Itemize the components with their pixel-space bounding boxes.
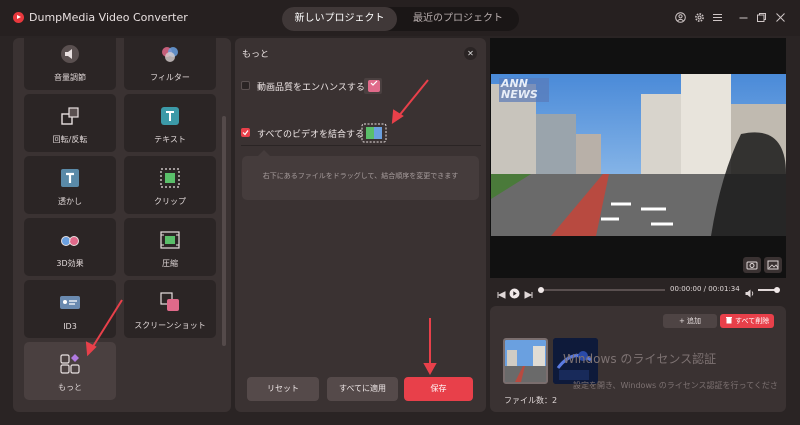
option-divider [241,145,481,146]
tool-text[interactable]: テキスト [124,94,216,152]
watermark-icon [59,167,81,189]
tool-label: もっと [58,383,82,392]
panel-close-button[interactable]: ✕ [464,47,477,60]
file-thumbnail-1[interactable] [503,338,548,384]
volume-icon[interactable] [744,284,755,298]
tool-panel: 音量調節 フィルター 回転/反転 テキスト 透かし クリップ 3D効果 圧縮 I… [13,38,231,412]
video-preview: ANN NEWS [490,38,786,278]
compress-icon [159,229,181,251]
user-icon[interactable] [675,12,686,23]
tool-compress[interactable]: 圧縮 [124,218,216,276]
tool-panel-scrollbar[interactable] [222,116,226,346]
title-bar: DumpMedia Video Converter 新しいプロジェクト 最近のプ… [0,0,800,36]
apply-all-button[interactable]: すべてに適用 [327,377,398,401]
file-list-panel: + 追加 すべて削除 Windows のライセンス認証 設定を開き、Window… [490,306,786,412]
image-folder-button[interactable] [764,257,782,273]
tool-label: 圧縮 [162,259,178,268]
seek-bar[interactable] [539,289,665,291]
screenshot-icon [159,291,181,313]
close-icon[interactable] [775,12,786,23]
tool-label: テキスト [154,135,186,144]
more-icon [59,353,81,375]
time-display: 00:00:00 / 00:01:34 [670,285,740,293]
id3-icon [59,291,81,313]
option-merge-videos[interactable]: すべてのビデオを結合する [241,121,481,145]
seek-handle[interactable] [538,287,544,293]
tool-watermark[interactable]: 透かし [24,156,116,214]
skip-back-icon[interactable] [496,285,506,299]
tool-label: 音量調節 [54,73,86,82]
news-logo-overlay: ANN NEWS [501,77,538,101]
reset-button[interactable]: リセット [247,377,319,401]
enhance-label: 動画品質をエンハンスする [257,83,365,93]
camera-snapshot-button[interactable] [743,257,761,273]
play-icon[interactable] [509,284,520,299]
tool-label: フィルター [150,73,190,82]
merge-label: すべてのビデオを結合する [257,130,365,140]
tool-3d[interactable]: 3D効果 [24,218,116,276]
filter-icon [159,43,181,65]
tool-filter[interactable]: フィルター [124,38,216,90]
tool-label: 透かし [58,197,82,206]
tool-rotate[interactable]: 回転/反転 [24,94,116,152]
volume-handle[interactable] [774,287,780,293]
tool-label: 回転/反転 [52,135,88,144]
text-icon [159,105,181,127]
option-enhance-quality[interactable]: 動画品質をエンハンスする [241,77,481,97]
merge-icon [361,121,387,145]
add-file-button[interactable]: + 追加 [663,314,717,328]
file-count: ファイル数：2 [504,396,558,405]
restore-icon[interactable] [756,12,767,23]
app-title: DumpMedia Video Converter [29,11,188,24]
tool-clip[interactable]: クリップ [124,156,216,214]
tab-new-project[interactable]: 新しいプロジェクト [282,7,397,31]
tool-label: クリップ [154,197,186,206]
enhance-icon [363,76,385,96]
video-frame[interactable]: ANN NEWS [491,74,786,236]
windows-activation-title: Windows のライセンス認証 [563,352,717,366]
enhance-checkbox[interactable] [241,81,250,90]
clear-all-button[interactable]: すべて削除 [720,314,774,328]
clear-all-label: すべて削除 [735,317,770,325]
more-settings-panel: もっと ✕ 動画品質をエンハンスする すべてのビデオを結合する 右下にあるファイ… [235,38,486,412]
windows-activation-subtitle: 設定を開き、Windows のライセンス認証を行ってくださ [573,381,778,390]
app-logo-icon [13,12,24,23]
save-button[interactable]: 保存 [404,377,473,401]
minimize-icon[interactable] [738,12,749,23]
merge-checkbox[interactable] [241,128,250,137]
skip-forward-icon[interactable] [524,285,534,299]
rotate-icon [59,105,81,127]
volume-icon [59,43,81,65]
tool-label: ID3 [63,322,77,331]
tool-label: スクリーンショット [134,321,206,330]
trash-icon [725,317,732,324]
time-total: 00:01:34 [708,285,740,293]
time-current: 00:00:00 [670,285,702,293]
tool-label: 3D効果 [56,259,84,268]
clip-icon [159,167,181,189]
merge-hint-text: 右下にあるファイルをドラッグして、結合順序を変更できます [262,172,459,180]
tab-recent-projects[interactable]: 最近のプロジェクト [397,7,519,31]
tool-volume[interactable]: 音量調節 [24,38,116,90]
tool-more[interactable]: もっと [24,342,116,400]
3d-glasses-icon [59,229,81,251]
project-tabs: 新しいプロジェクト 最近のプロジェクト [282,7,519,31]
gear-icon[interactable] [694,12,705,23]
player-controls: 00:00:00 / 00:01:34 [490,280,786,300]
menu-icon[interactable] [712,12,723,23]
tool-screenshot[interactable]: スクリーンショット [124,280,216,338]
panel-title: もっと [242,50,270,60]
merge-hint-tooltip: 右下にあるファイルをドラッグして、結合順序を変更できます [242,150,479,200]
tool-id3[interactable]: ID3 [24,280,116,338]
